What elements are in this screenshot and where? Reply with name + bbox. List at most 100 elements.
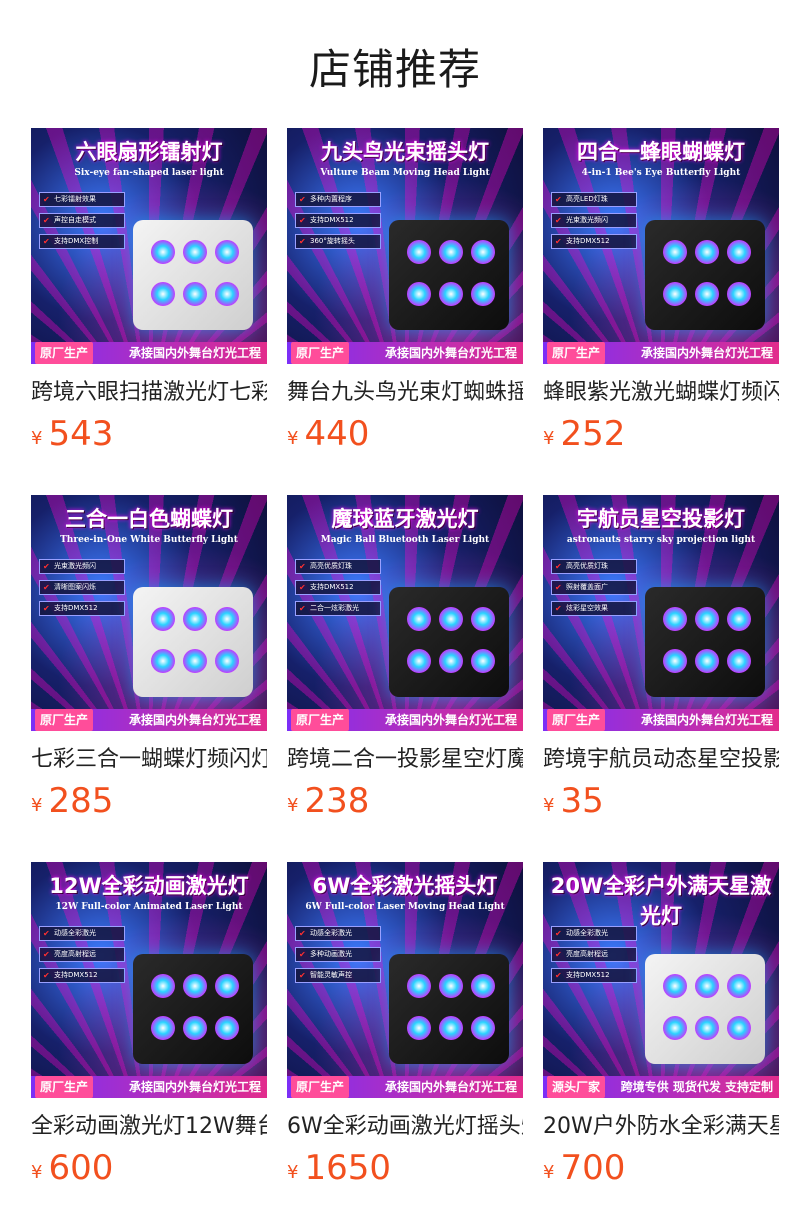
product-card[interactable]: 6W全彩激光摇头灯 6W Full-color Laser Moving Hea…	[287, 862, 523, 1188]
product-title[interactable]: 舞台九头鸟光束灯蜘蛛摇头灯	[287, 378, 523, 408]
feature-badge: 光束激光频闪	[551, 213, 637, 228]
product-image[interactable]: 6W全彩激光摇头灯 6W Full-color Laser Moving Hea…	[287, 862, 523, 1098]
product-image[interactable]: 三合一白色蝴蝶灯 Three-in-One White Butterfly Li…	[31, 495, 267, 731]
product-price: ¥1650	[287, 1148, 523, 1188]
slogan-text: 跨境专供 现货代发 支持定制	[620, 1080, 773, 1094]
lens-graphic	[727, 607, 751, 631]
feature-badge: 照射覆盖面广	[551, 580, 637, 595]
lens-graphic	[407, 974, 431, 998]
lens-graphic	[727, 974, 751, 998]
image-banner-subtitle: 4-in-1 Bee's Eye Butterfly Light	[581, 168, 741, 178]
lens-graphic	[695, 282, 719, 306]
factory-tag: 原厂生产	[547, 709, 606, 731]
product-price: ¥700	[543, 1148, 779, 1188]
product-title[interactable]: 七彩三合一蝴蝶灯频闪灯	[31, 745, 267, 775]
lens-graphic	[151, 649, 175, 673]
product-title[interactable]: 跨境二合一投影星空灯魔球灯	[287, 745, 523, 775]
lens-graphic	[471, 240, 495, 264]
product-image[interactable]: 四合一蜂眼蝴蝶灯 4-in-1 Bee's Eye Butterfly Ligh…	[543, 128, 779, 364]
feature-list: 光束激光频闪清晰图案闪烁支持DMX512	[39, 559, 125, 622]
lens-graphic	[407, 649, 431, 673]
light-fixture-graphic	[645, 220, 765, 330]
feature-badge: 清晰图案闪烁	[39, 580, 125, 595]
feature-list: 七彩镭射效果声控自走模式支持DMX控制	[39, 192, 125, 255]
product-title[interactable]: 蜂眼紫光激光蝴蝶灯频闪灯	[543, 378, 779, 408]
image-banner-title: 六眼扇形镭射灯	[75, 140, 223, 164]
product-price: ¥238	[287, 781, 523, 821]
factory-tag: 源头厂家	[547, 1076, 606, 1098]
feature-badge: 智能灵敏声控	[295, 968, 381, 983]
product-title[interactable]: 全彩动画激光灯12W舞台激光灯	[31, 1112, 267, 1142]
lens-graphic	[439, 1016, 463, 1040]
lens-graphic	[407, 282, 431, 306]
image-banner-title: 九头鸟光束摇头灯	[321, 140, 489, 164]
image-footer-strip: 原厂生产 承接国内外舞台灯光工程	[543, 709, 779, 731]
section-title: 店铺推荐	[308, 45, 481, 94]
section-header: 店铺推荐	[0, 0, 790, 128]
factory-tag: 原厂生产	[35, 342, 94, 364]
feature-badge: 高亮优质灯珠	[295, 559, 381, 574]
image-footer-strip: 原厂生产 承接国内外舞台灯光工程	[31, 342, 267, 364]
lens-graphic	[215, 1016, 239, 1040]
light-fixture-graphic	[645, 587, 765, 697]
lens-graphic	[183, 240, 207, 264]
product-card[interactable]: 九头鸟光束摇头灯 Vulture Beam Moving Head Light …	[287, 128, 523, 454]
price-value: 600	[48, 1148, 114, 1188]
lens-graphic	[695, 607, 719, 631]
image-footer-strip: 原厂生产 承接国内外舞台灯光工程	[31, 709, 267, 731]
lens-graphic	[439, 974, 463, 998]
factory-tag: 原厂生产	[291, 1076, 350, 1098]
lens-graphic	[727, 282, 751, 306]
product-image[interactable]: 宇航员星空投影灯 astronauts starry sky projectio…	[543, 495, 779, 731]
feature-badge: 高亮优质灯珠	[551, 559, 637, 574]
feature-badge: 360°旋转摇头	[295, 234, 381, 249]
lens-graphic	[663, 649, 687, 673]
feature-badge: 二合一炫彩激光	[295, 601, 381, 616]
product-title[interactable]: 20W户外防水全彩满天星激光灯	[543, 1112, 779, 1142]
product-card[interactable]: 12W全彩动画激光灯 12W Full-color Animated Laser…	[31, 862, 267, 1188]
lens-graphic	[183, 649, 207, 673]
product-card[interactable]: 六眼扇形镭射灯 Six-eye fan-shaped laser light 七…	[31, 128, 267, 454]
price-value: 543	[48, 414, 114, 454]
product-title[interactable]: 跨境六眼扫描激光灯七彩镭射灯	[31, 378, 267, 408]
image-banner-title: 魔球蓝牙激光灯	[331, 507, 479, 531]
slogan-text: 承接国内外舞台灯光工程	[128, 713, 261, 727]
feature-list: 动感全彩激光亮度高射程远支持DMX512	[39, 926, 125, 989]
product-title[interactable]: 跨境宇航员动态星空投影灯	[543, 745, 779, 775]
product-image[interactable]: 12W全彩动画激光灯 12W Full-color Animated Laser…	[31, 862, 267, 1098]
product-card[interactable]: 宇航员星空投影灯 astronauts starry sky projectio…	[543, 495, 779, 821]
lens-graphic	[471, 607, 495, 631]
product-card[interactable]: 20W全彩户外满天星激光灯 动感全彩激光亮度高射程远支持DMX512 源头厂家 …	[543, 862, 779, 1188]
currency-symbol: ¥	[287, 1162, 299, 1183]
product-image[interactable]: 六眼扇形镭射灯 Six-eye fan-shaped laser light 七…	[31, 128, 267, 364]
feature-badge: 支持DMX512	[39, 968, 125, 983]
feature-badge: 动感全彩激光	[551, 926, 637, 941]
feature-badge: 多种内置程序	[295, 192, 381, 207]
lens-graphic	[663, 240, 687, 264]
product-title[interactable]: 6W全彩动画激光灯摇头灯	[287, 1112, 523, 1142]
image-banner-subtitle: Vulture Beam Moving Head Light	[320, 168, 490, 178]
feature-badge: 多种动画激光	[295, 947, 381, 962]
image-banner-subtitle: Magic Ball Bluetooth Laser Light	[320, 535, 490, 545]
product-card[interactable]: 魔球蓝牙激光灯 Magic Ball Bluetooth Laser Light…	[287, 495, 523, 821]
product-image[interactable]: 20W全彩户外满天星激光灯 动感全彩激光亮度高射程远支持DMX512 源头厂家 …	[543, 862, 779, 1098]
currency-symbol: ¥	[543, 1162, 555, 1183]
feature-badge: 声控自走模式	[39, 213, 125, 228]
feature-badge: 动感全彩激光	[39, 926, 125, 941]
lens-graphic	[471, 974, 495, 998]
lens-graphic	[663, 974, 687, 998]
product-card[interactable]: 三合一白色蝴蝶灯 Three-in-One White Butterfly Li…	[31, 495, 267, 821]
factory-tag: 原厂生产	[35, 1076, 94, 1098]
product-card[interactable]: 四合一蜂眼蝴蝶灯 4-in-1 Bee's Eye Butterfly Ligh…	[543, 128, 779, 454]
feature-badge: 支持DMX512	[295, 213, 381, 228]
slogan-text: 承接国内外舞台灯光工程	[384, 713, 517, 727]
slogan-text: 承接国内外舞台灯光工程	[384, 1080, 517, 1094]
lens-graphic	[183, 607, 207, 631]
light-fixture-graphic	[133, 954, 253, 1064]
lens-graphic	[663, 1016, 687, 1040]
lens-graphic	[151, 282, 175, 306]
product-image[interactable]: 魔球蓝牙激光灯 Magic Ball Bluetooth Laser Light…	[287, 495, 523, 731]
price-value: 252	[560, 414, 626, 454]
image-banner-title: 三合一白色蝴蝶灯	[65, 507, 233, 531]
product-image[interactable]: 九头鸟光束摇头灯 Vulture Beam Moving Head Light …	[287, 128, 523, 364]
